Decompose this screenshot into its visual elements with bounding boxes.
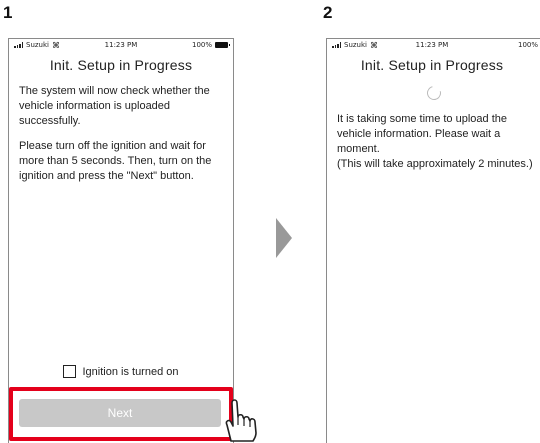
ignition-checkbox-row[interactable]: Ignition is turned on — [9, 365, 233, 378]
phone-screen-step-1: Suzuki ⌘ 11:23 PM 100% Init. Setup in Pr… — [8, 38, 234, 443]
ignition-checkbox-label: Ignition is turned on — [82, 365, 179, 378]
instructions: The system will now check whether the ve… — [9, 84, 233, 184]
ignition-checkbox[interactable] — [63, 365, 77, 378]
wait-message: It is taking some time to upload the veh… — [327, 112, 540, 172]
step-number-1: 1 — [3, 3, 13, 22]
pointing-hand-icon — [225, 399, 257, 442]
battery-icon — [215, 42, 230, 48]
wait-paragraph: (This will take approximately 2 minutes.… — [337, 158, 533, 170]
status-bar: Suzuki ⌘ 11:23 PM 100% — [9, 39, 233, 51]
phone-screen-step-2: Suzuki ⌘ 11:23 PM 100% Init. Setup in Pr… — [326, 38, 540, 443]
next-button[interactable]: Next — [19, 399, 221, 427]
status-time: 11:23 PM — [415, 41, 449, 49]
step-number-2: 2 — [323, 3, 333, 22]
status-bar: Suzuki ⌘ 11:23 PM 100% — [327, 39, 540, 51]
loading-spinner-icon — [424, 83, 444, 103]
page-title: Init. Setup in Progress — [360, 57, 504, 73]
instruction-paragraph: The system will now check whether the ve… — [19, 85, 210, 127]
instruction-paragraph: Please turn off the ignition and wait fo… — [19, 140, 212, 182]
battery-percent: 100% — [191, 41, 212, 49]
wait-paragraph: It is taking some time to upload the veh… — [337, 113, 507, 155]
page-title: Init. Setup in Progress — [49, 57, 193, 73]
battery-percent: 100% — [517, 41, 538, 49]
next-step-arrow-icon — [276, 218, 292, 258]
